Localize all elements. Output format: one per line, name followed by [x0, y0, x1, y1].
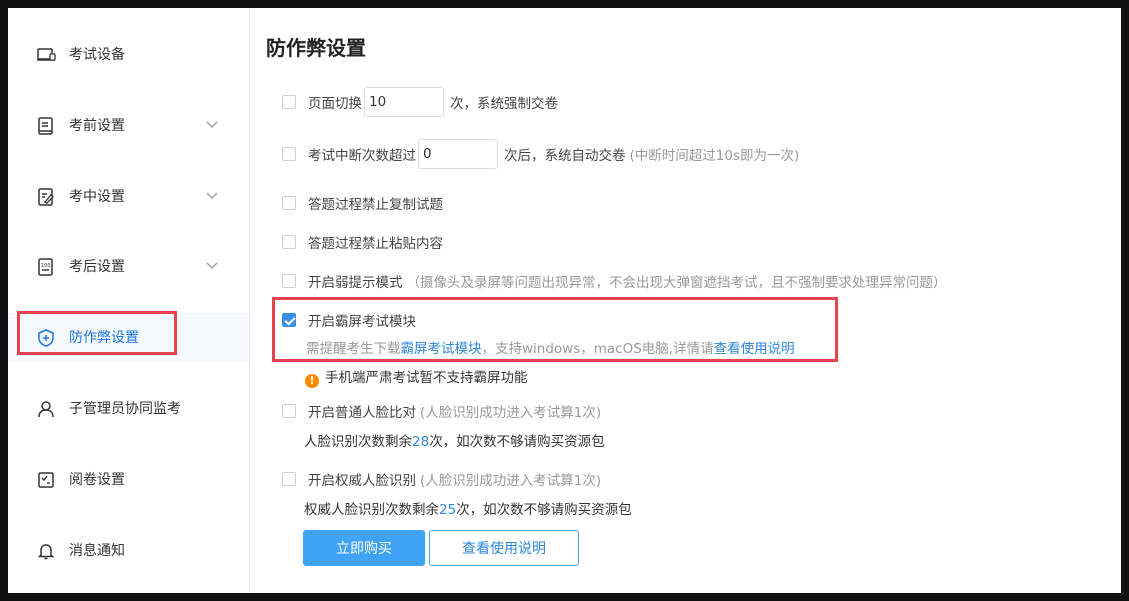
no-paste-checkbox[interactable]	[282, 235, 296, 249]
interrupt-checkbox[interactable]	[282, 147, 296, 161]
no-paste-row: 答题过程禁止粘贴内容	[282, 232, 443, 252]
face-compare-hint: (人脸识别成功进入考试算1次)	[420, 405, 602, 421]
sidebar-item-sub-admin[interactable]: 子管理员协同监考	[8, 384, 249, 432]
weak-hint-hint: （摄像头及录屏等问题出现异常，不会出现大弹窗遮挡考试，且不强制要求处理异常问题）	[406, 275, 947, 291]
auth-face-label: 开启权威人脸识别	[308, 473, 416, 489]
sidebar-item-pre-exam[interactable]: 考前设置	[8, 101, 249, 149]
auth-face-row: 开启权威人脸识别 (人脸识别成功进入考试算1次)	[282, 469, 601, 489]
lockdown-description: 需提醒考生下载霸屏考试模块，支持windows，macOS电脑,详情请查看使用说…	[306, 337, 795, 357]
shield-icon	[38, 329, 54, 347]
main-content: 防作弊设置 页面切换 次，系统强制交卷 考试中断次数超过 次后，系统自动交卷 (…	[250, 8, 1121, 593]
grading-icon	[38, 472, 54, 488]
no-copy-label: 答题过程禁止复制试题	[308, 197, 443, 213]
sidebar-item-label: 考前设置	[69, 118, 125, 134]
sidebar-item-label: 消息通知	[69, 543, 125, 559]
no-copy-row: 答题过程禁止复制试题	[282, 193, 443, 213]
interrupt-label: 考试中断次数超过	[308, 148, 416, 164]
warning-icon: !	[305, 374, 319, 388]
sidebar-item-anti-cheat[interactable]: 防作弊设置	[8, 313, 249, 361]
lockdown-label: 开启霸屏考试模块	[308, 314, 416, 330]
auth-face-remaining: 权威人脸识别次数剩余25次，如次数不够请购买资源包	[304, 498, 632, 518]
lockdown-checkbox[interactable]	[282, 313, 296, 327]
sidebar-item-exam-device[interactable]: 考试设备	[8, 30, 249, 78]
svg-text:100: 100	[41, 263, 51, 269]
page-switch-checkbox[interactable]	[282, 95, 296, 109]
view-guide-button[interactable]: 查看使用说明	[429, 530, 579, 566]
weak-hint-row: 开启弱提示模式 （摄像头及录屏等问题出现异常，不会出现大弹窗遮挡考试，且不强制要…	[282, 271, 947, 291]
face-compare-remaining-prefix: 人脸识别次数剩余	[304, 434, 412, 450]
lockdown-row: 开启霸屏考试模块	[282, 310, 416, 330]
face-compare-checkbox[interactable]	[282, 404, 296, 418]
sidebar-item-label: 考试设备	[69, 47, 125, 63]
face-compare-remaining-suffix: 次，如次数不够请购买资源包	[429, 434, 605, 450]
auth-face-hint: (人脸识别成功进入考试算1次)	[420, 473, 602, 489]
sidebar-item-grading[interactable]: 阅卷设置	[8, 455, 249, 503]
page-switch-label: 页面切换	[308, 96, 362, 112]
laptop-icon	[37, 48, 56, 61]
no-copy-checkbox[interactable]	[282, 196, 296, 210]
lockdown-warning-text: 手机端严肃考试暂不支持霸屏功能	[325, 370, 528, 386]
face-compare-remaining-count: 28	[412, 434, 430, 450]
page-switch-suffix: 次，系统强制交卷	[450, 96, 558, 112]
auth-face-checkbox[interactable]	[282, 472, 296, 486]
sidebar-item-label: 防作弊设置	[69, 330, 139, 346]
edit-document-icon	[38, 188, 54, 206]
chevron-down-icon[interactable]	[205, 258, 219, 272]
lockdown-desc-middle: ，支持windows，macOS电脑,详情请	[481, 341, 714, 357]
chevron-down-icon[interactable]	[205, 117, 219, 131]
sidebar-item-during-exam[interactable]: 考中设置	[8, 172, 249, 220]
interrupt-input[interactable]	[418, 139, 498, 169]
page-title: 防作弊设置	[266, 36, 366, 60]
interrupt-suffix: 次后，系统自动交卷	[504, 148, 626, 164]
no-paste-label: 答题过程禁止粘贴内容	[308, 236, 443, 252]
bell-icon	[37, 544, 55, 560]
lockdown-module-link[interactable]: 霸屏考试模块	[401, 341, 482, 357]
sidebar-item-label: 考中设置	[69, 189, 125, 205]
face-compare-label: 开启普通人脸比对	[308, 405, 416, 421]
sidebar-item-label: 子管理员协同监考	[69, 401, 181, 417]
weak-hint-label: 开启弱提示模式	[308, 275, 403, 291]
lockdown-desc-prefix: 需提醒考生下载	[306, 341, 401, 357]
interrupt-row: 考试中断次数超过 次后，系统自动交卷 (中断时间超过10s即为一次)	[282, 139, 799, 169]
chevron-down-icon[interactable]	[205, 188, 219, 202]
page-switch-row: 页面切换 次，系统强制交卷	[282, 87, 558, 117]
user-icon	[38, 401, 54, 418]
score-sheet-icon: 100	[38, 258, 53, 276]
lockdown-guide-link[interactable]: 查看使用说明	[714, 341, 795, 357]
auth-face-remaining-count: 25	[439, 502, 457, 518]
sidebar-item-label: 考后设置	[69, 259, 125, 275]
app-window: 考试设备 考前设置 考中设置 100 考后设置 防作弊设置 子管理员协同监考 阅…	[8, 8, 1121, 593]
face-compare-row: 开启普通人脸比对 (人脸识别成功进入考试算1次)	[282, 401, 601, 421]
clipboard-icon	[38, 117, 53, 135]
sidebar-item-label: 阅卷设置	[69, 472, 125, 488]
auth-face-remaining-prefix: 权威人脸识别次数剩余	[304, 502, 439, 518]
lockdown-warning: ! 手机端严肃考试暂不支持霸屏功能	[305, 366, 528, 388]
buy-now-button[interactable]: 立即购买	[303, 530, 425, 566]
sidebar: 考试设备 考前设置 考中设置 100 考后设置 防作弊设置 子管理员协同监考 阅…	[8, 8, 250, 593]
interrupt-hint: (中断时间超过10s即为一次)	[629, 148, 800, 164]
auth-face-remaining-suffix: 次，如次数不够请购买资源包	[456, 502, 632, 518]
sidebar-item-notifications[interactable]: 消息通知	[8, 526, 249, 574]
sidebar-item-post-exam[interactable]: 100 考后设置	[8, 242, 249, 290]
page-switch-input[interactable]	[364, 87, 444, 117]
face-compare-remaining: 人脸识别次数剩余28次，如次数不够请购买资源包	[304, 430, 605, 450]
weak-hint-checkbox[interactable]	[282, 274, 296, 288]
